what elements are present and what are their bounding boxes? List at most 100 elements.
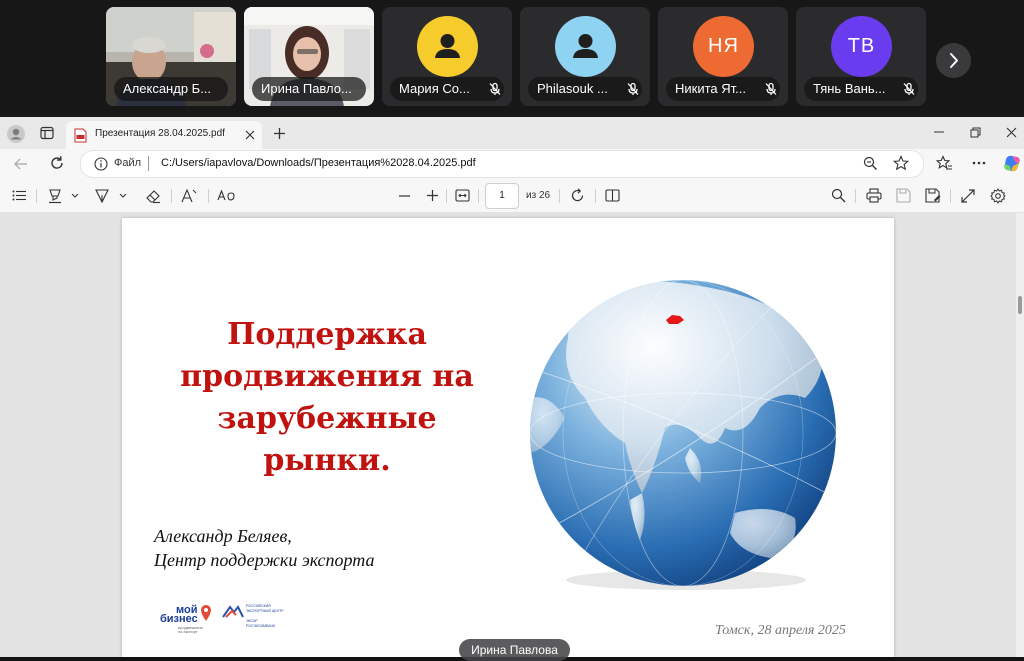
page-view-icon[interactable]	[605, 189, 620, 202]
participant-name: Ирина Павло...	[252, 77, 366, 101]
highlight-icon[interactable]	[47, 188, 63, 204]
toolbar-separator	[855, 189, 856, 203]
fullscreen-icon[interactable]	[961, 189, 975, 203]
eraser-icon[interactable]	[145, 188, 161, 204]
participant-tile-video[interactable]: Александр Б...	[106, 7, 236, 106]
copilot-icon[interactable]	[1003, 154, 1022, 173]
chevron-down-icon[interactable]	[119, 193, 127, 199]
search-icon[interactable]	[831, 188, 846, 203]
participant-tile[interactable]: Philasouk ...	[520, 7, 650, 106]
pdf-page: Поддержка продвижения на зарубежные рынк…	[122, 218, 894, 657]
participant-tile[interactable]: НЯ Никита Ят...	[658, 7, 788, 106]
rec-line-4: РОСЭКСИМБАНК	[246, 624, 276, 628]
fit-page-icon[interactable]	[455, 189, 470, 202]
info-icon[interactable]	[94, 157, 108, 171]
avatar	[417, 16, 478, 77]
refresh-icon[interactable]	[49, 155, 65, 171]
mic-off-icon	[627, 82, 639, 95]
text-size-icon[interactable]	[181, 188, 197, 204]
save-as-icon[interactable]	[925, 188, 941, 203]
address-row: Файл C:/Users/iapavlova/Downloads/Презен…	[0, 149, 1024, 179]
toolbar-separator	[171, 189, 172, 203]
participant-name: Александр Б...	[114, 77, 228, 101]
tab-actions-icon[interactable]	[40, 126, 54, 140]
avatar-initials: НЯ	[693, 16, 754, 77]
rotate-icon[interactable]	[570, 188, 585, 203]
author-name: Александр Беляев,	[154, 526, 292, 546]
favorite-star-icon[interactable]	[893, 155, 909, 171]
slide-date-location: Томск, 28 апреля 2025	[715, 623, 846, 638]
zoom-in-icon[interactable]	[427, 190, 438, 201]
page-number-input[interactable]: 1	[485, 183, 519, 209]
participant-tile[interactable]: ТВ Тянь Вань...	[796, 7, 926, 106]
user-icon	[435, 34, 460, 58]
read-aloud-icon[interactable]	[217, 188, 235, 204]
user-icon	[573, 34, 598, 58]
print-icon[interactable]	[866, 188, 882, 203]
slide-author: Александр Беляев, Центр поддержки экспор…	[154, 524, 374, 572]
tab-bar: Презентация 28.04.2025.pdf	[0, 117, 1024, 149]
tab-pdf[interactable]: Презентация 28.04.2025.pdf	[66, 121, 262, 149]
mic-off-icon	[765, 82, 777, 95]
chevron-right-icon	[950, 53, 958, 68]
participant-name: Никита Ят...	[666, 77, 780, 101]
presenter-name-label: Ирина Павлова	[459, 639, 570, 661]
tab-title: Презентация 28.04.2025.pdf	[95, 128, 225, 139]
avatar-initials: ТВ	[831, 16, 892, 77]
rec-line-1: РОССИЙСКИЙ	[246, 604, 271, 608]
contents-list-icon[interactable]	[12, 190, 26, 201]
next-participants-button[interactable]	[936, 43, 971, 78]
toolbar-separator	[446, 189, 447, 203]
call-participants-strip: Александр Б... Ирина Павло... Мария Со..…	[0, 0, 1024, 117]
logo-moi-biznes: мой бизнес продвижение на экспорт	[160, 604, 218, 634]
close-icon[interactable]	[245, 130, 255, 140]
new-tab-icon[interactable]	[273, 127, 286, 140]
rec-line-3: ЭКСАР	[246, 619, 258, 623]
back-icon[interactable]	[13, 157, 29, 171]
more-options-icon[interactable]	[972, 161, 986, 165]
toolbar-separator	[208, 189, 209, 203]
scrollbar[interactable]	[1016, 213, 1024, 657]
logo-export-center: РОССИЙСКИЙ ЭКСПОРТНЫЙ ЦЕНТР ЭКСАР РОСЭКС…	[222, 603, 294, 635]
participant-tile-video[interactable]: Ирина Павло...	[244, 7, 374, 106]
location-pin-icon	[201, 605, 211, 621]
settings-gear-icon[interactable]	[990, 188, 1006, 204]
participant-name: Мария Со...	[390, 77, 504, 101]
pdf-toolbar: 1 из 26	[0, 179, 1024, 213]
save-icon[interactable]	[896, 188, 911, 203]
url-text: C:/Users/iapavlova/Downloads/Презентация…	[161, 157, 476, 169]
restore-icon[interactable]	[970, 127, 981, 138]
toolbar-separator	[559, 189, 560, 203]
zoom-out-icon[interactable]	[399, 195, 410, 197]
minimize-icon[interactable]	[934, 131, 944, 134]
globe-image	[530, 280, 836, 590]
logo-sub-2: на экспорт	[178, 629, 198, 634]
pdf-file-icon	[74, 128, 87, 143]
scrollbar-thumb[interactable]	[1018, 296, 1022, 314]
rec-logo-icon	[222, 605, 244, 618]
chevron-down-icon[interactable]	[71, 193, 79, 199]
draw-icon[interactable]	[94, 188, 110, 204]
mic-off-icon	[489, 82, 501, 95]
rec-line-2: ЭКСПОРТНЫЙ ЦЕНТР	[246, 609, 284, 613]
toolbar-separator	[478, 189, 479, 203]
window-close-icon[interactable]	[1006, 127, 1017, 138]
profile-icon[interactable]	[6, 124, 26, 144]
author-organization: Центр поддержки экспорта	[154, 550, 375, 570]
toolbar-separator	[950, 189, 951, 203]
avatar	[555, 16, 616, 77]
zoom-icon[interactable]	[863, 156, 878, 171]
logo-word-2: бизнес	[160, 613, 198, 625]
participant-name: Philasouk ...	[528, 77, 642, 101]
address-bar[interactable]: Файл C:/Users/iapavlova/Downloads/Презен…	[80, 150, 924, 178]
address-scheme-label: Файл	[114, 157, 142, 169]
slide-title: Поддержка продвижения на зарубежные рынк…	[180, 317, 474, 478]
toolbar-separator	[595, 189, 596, 203]
participant-name: Тянь Вань...	[804, 77, 918, 101]
page-count: из 26	[526, 190, 551, 201]
mic-off-icon	[903, 82, 915, 95]
participant-tile[interactable]: Мария Со...	[382, 7, 512, 106]
favorites-icon[interactable]	[936, 155, 953, 172]
divider	[148, 156, 149, 171]
toolbar-separator	[36, 189, 37, 203]
